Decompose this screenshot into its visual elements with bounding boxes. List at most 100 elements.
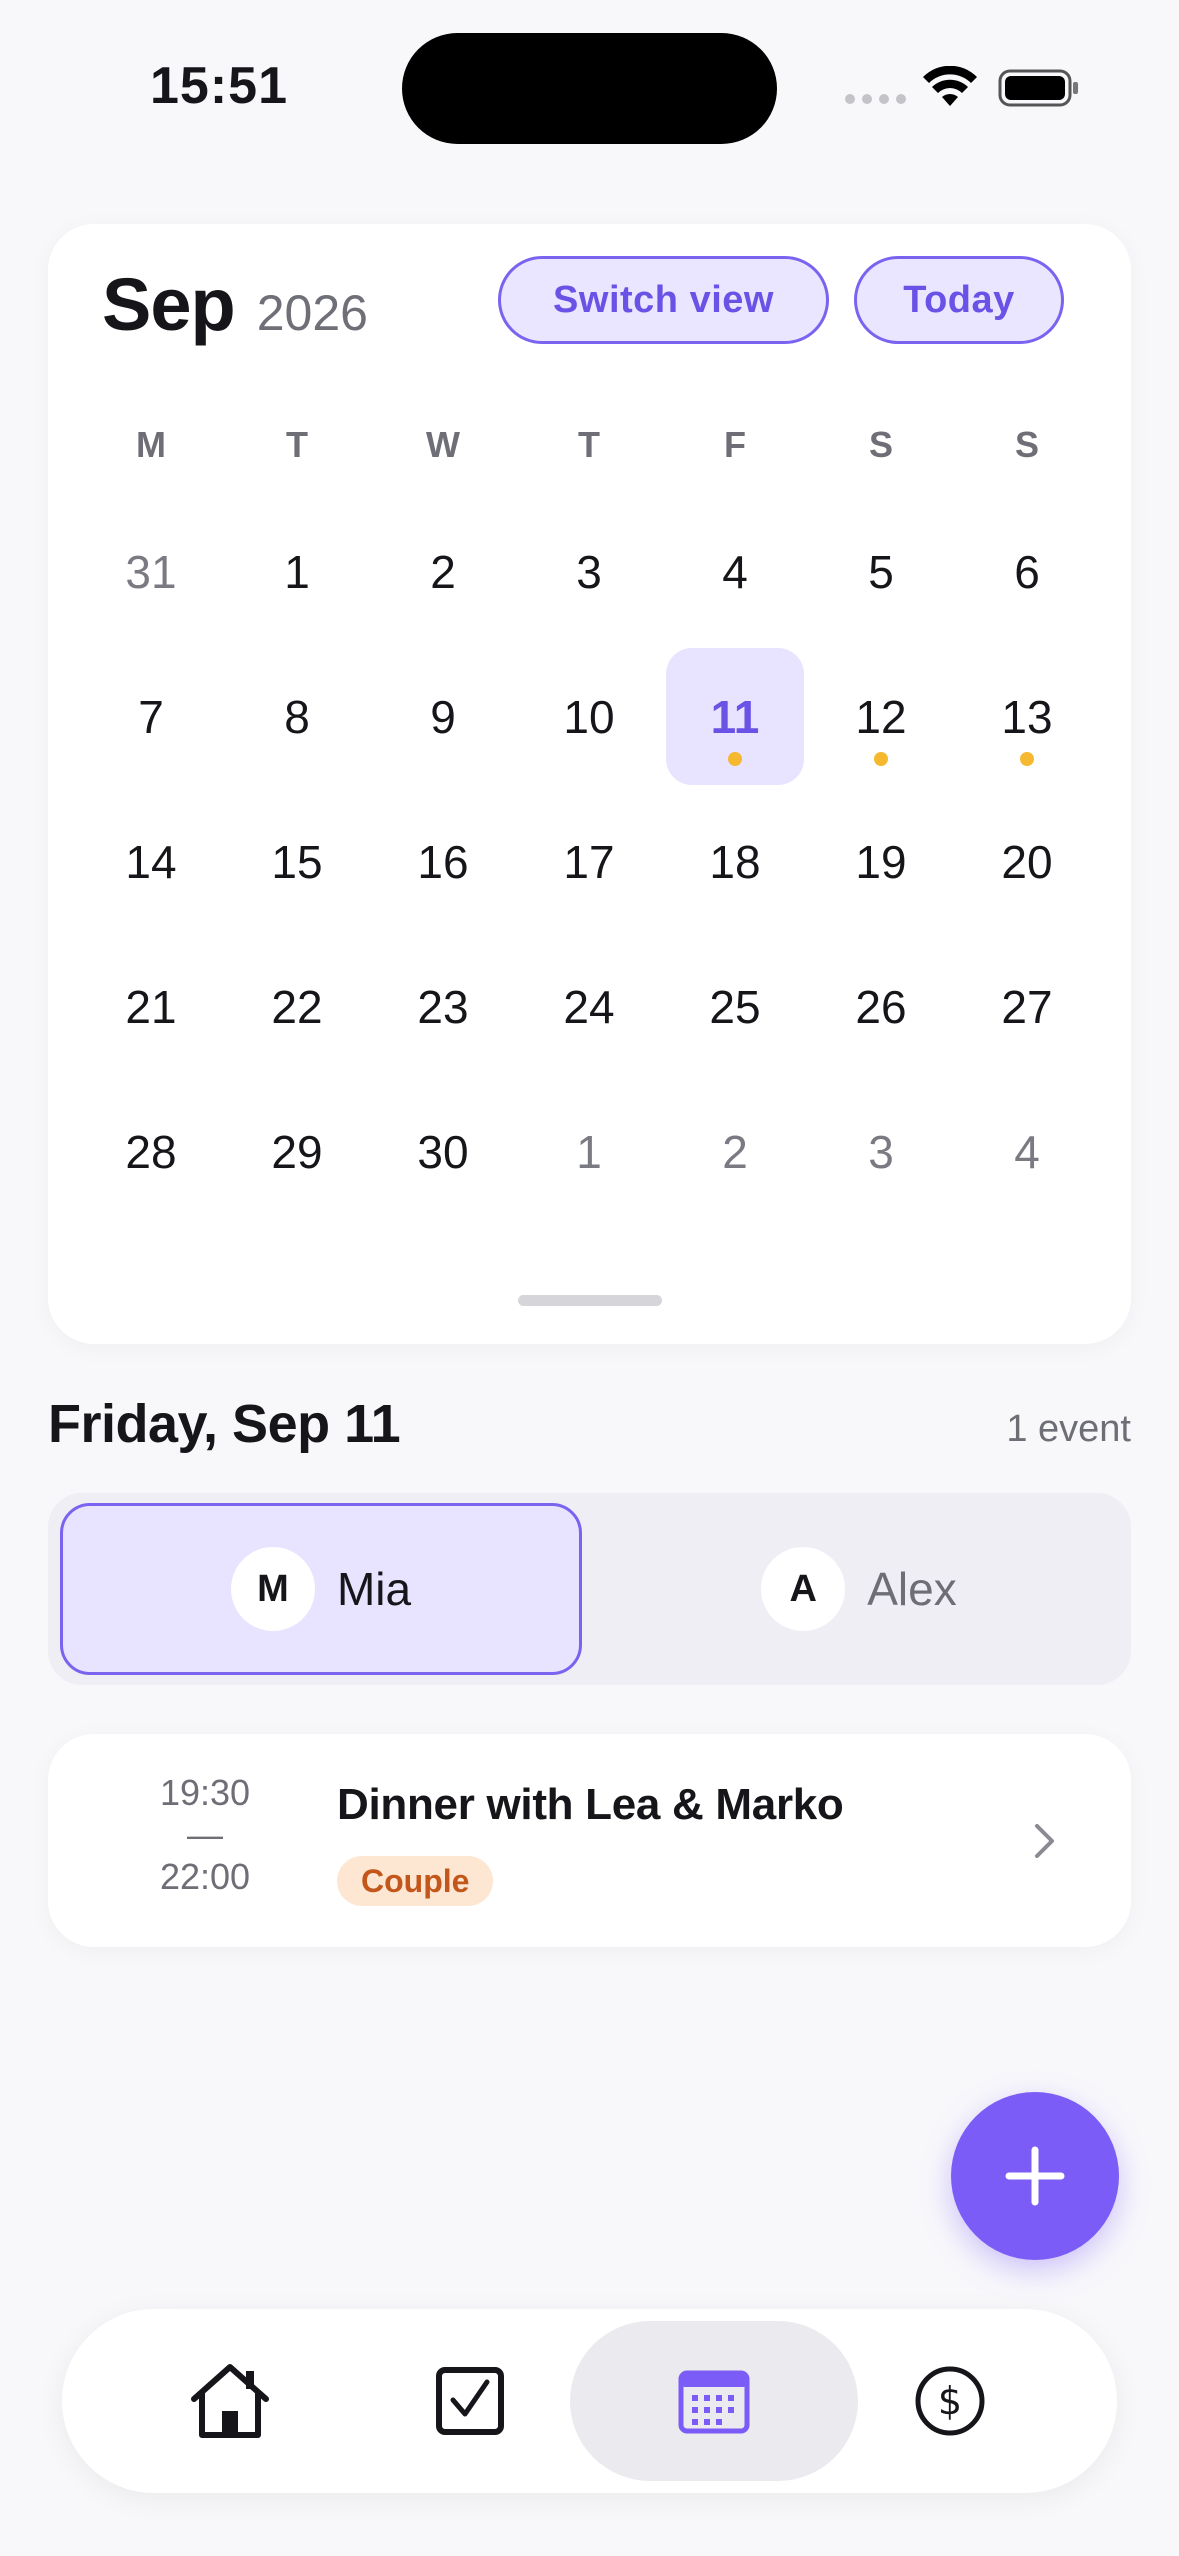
calendar-day[interactable]: 8 bbox=[224, 644, 370, 789]
calendar-day[interactable]: 1 bbox=[516, 1079, 662, 1224]
calendar-day-number: 23 bbox=[417, 980, 469, 1033]
calendar-day[interactable]: 27 bbox=[954, 934, 1100, 1079]
calendar-day[interactable]: 4 bbox=[662, 499, 808, 644]
calendar-day-number: 17 bbox=[563, 835, 615, 888]
calendar-day-number: 25 bbox=[709, 980, 761, 1033]
calendar-day[interactable]: 12 bbox=[808, 644, 954, 789]
calendar-day[interactable]: 13 bbox=[954, 644, 1100, 789]
chevron-right-icon bbox=[1035, 1824, 1054, 1858]
calendar-day[interactable]: 3 bbox=[808, 1079, 954, 1224]
calendar-day[interactable]: 11 bbox=[662, 644, 808, 789]
calendar-day[interactable]: 9 bbox=[370, 644, 516, 789]
calendar-day-number: 9 bbox=[430, 690, 456, 743]
calendar-day[interactable]: 25 bbox=[662, 934, 808, 1079]
person-option-alex[interactable]: A Alex bbox=[598, 1503, 1120, 1675]
month-name: Sep bbox=[102, 263, 236, 346]
calendar-day-number: 2 bbox=[430, 545, 456, 598]
calendar-day[interactable]: 2 bbox=[662, 1079, 808, 1224]
calendar-day[interactable]: 24 bbox=[516, 934, 662, 1079]
person-name: Alex bbox=[867, 1563, 957, 1615]
calendar-day-number: 3 bbox=[868, 1125, 894, 1178]
calendar-day-number: 24 bbox=[563, 980, 615, 1033]
home-icon bbox=[191, 2364, 269, 2438]
event-time-range: 19:30 — 22:00 bbox=[130, 1772, 280, 1898]
calendar-day[interactable]: 7 bbox=[78, 644, 224, 789]
calendar-day-number: 16 bbox=[417, 835, 469, 888]
event-time-separator: — bbox=[187, 1814, 223, 1855]
calendar-day[interactable]: 4 bbox=[954, 1079, 1100, 1224]
calendar-day[interactable]: 31 bbox=[78, 499, 224, 644]
dynamic-island bbox=[402, 33, 777, 144]
person-option-mia[interactable]: M Mia bbox=[60, 1503, 582, 1675]
calendar-day-number: 31 bbox=[125, 545, 177, 598]
cellular-signal-icon bbox=[845, 94, 906, 104]
status-time: 15:51 bbox=[150, 57, 288, 115]
calendar-day-number: 22 bbox=[271, 980, 323, 1033]
status-bar: 15:51 bbox=[0, 0, 1179, 170]
tab-finances[interactable]: $ bbox=[806, 2321, 1094, 2481]
calendar-day[interactable]: 20 bbox=[954, 789, 1100, 934]
dollar-icon: $ bbox=[915, 2366, 985, 2436]
calendar-day[interactable]: 16 bbox=[370, 789, 516, 934]
person-segmented-control: M Mia A Alex bbox=[48, 1493, 1131, 1685]
calendar-day-number: 4 bbox=[1014, 1125, 1040, 1178]
weekday-label: M bbox=[136, 424, 166, 465]
event-tag: Couple bbox=[337, 1856, 494, 1906]
calendar-resize-handle[interactable] bbox=[518, 1295, 662, 1306]
weekday-label: T bbox=[578, 424, 600, 465]
calendar-day-grid: 31 1 2 3 4 5 6 7 8 9 10 11 12 13 14 15 16 17 18 19 20 21 22 23 2… bbox=[78, 499, 1101, 1224]
switch-view-button[interactable]: Switch view bbox=[498, 256, 829, 344]
avatar: M bbox=[230, 1547, 315, 1631]
month-title: Sep 2026 bbox=[102, 262, 368, 347]
calendar-day-number: 4 bbox=[722, 545, 748, 598]
calendar-day[interactable]: 2 bbox=[370, 499, 516, 644]
calendar-day-number: 14 bbox=[125, 835, 177, 888]
bottom-tab-bar: $ bbox=[62, 2309, 1117, 2493]
calendar-day[interactable]: 30 bbox=[370, 1079, 516, 1224]
calendar-day-number: 11 bbox=[710, 690, 760, 743]
calendar-day[interactable]: 10 bbox=[516, 644, 662, 789]
calendar-day[interactable]: 29 bbox=[224, 1079, 370, 1224]
calendar-day[interactable]: 28 bbox=[78, 1079, 224, 1224]
calendar-day[interactable]: 6 bbox=[954, 499, 1100, 644]
plus-icon bbox=[1005, 2146, 1065, 2206]
weekday-header-row: M T W T F S S bbox=[78, 424, 1101, 466]
calendar-day-number: 13 bbox=[1001, 690, 1053, 743]
calendar-day[interactable]: 19 bbox=[808, 789, 954, 934]
event-start-time: 19:30 bbox=[159, 1772, 251, 1813]
calendar-day[interactable]: 26 bbox=[808, 934, 954, 1079]
calendar-day-number: 15 bbox=[271, 835, 323, 888]
calendar-day[interactable]: 3 bbox=[516, 499, 662, 644]
calendar-icon bbox=[678, 2370, 750, 2434]
calendar-day[interactable]: 1 bbox=[224, 499, 370, 644]
weekday-label: T bbox=[286, 424, 308, 465]
calendar-day-number: 19 bbox=[855, 835, 907, 888]
calendar-day-number: 27 bbox=[1001, 980, 1053, 1033]
calendar-day-number: 26 bbox=[855, 980, 907, 1033]
calendar-day[interactable]: 17 bbox=[516, 789, 662, 934]
calendar-day-number: 8 bbox=[284, 690, 310, 743]
weekday-label: F bbox=[724, 424, 746, 465]
calendar-day[interactable]: 18 bbox=[662, 789, 808, 934]
calendar-day-number: 20 bbox=[1001, 835, 1053, 888]
calendar-day-number: 29 bbox=[271, 1125, 323, 1178]
event-end-time: 22:00 bbox=[159, 1856, 251, 1897]
calendar-day[interactable]: 5 bbox=[808, 499, 954, 644]
today-button[interactable]: Today bbox=[854, 256, 1064, 344]
calendar-day[interactable]: 23 bbox=[370, 934, 516, 1079]
calendar-card: Sep 2026 Switch view Today M T W T F S S… bbox=[48, 224, 1131, 1344]
event-indicator-dot bbox=[1020, 752, 1034, 766]
checkbox-icon bbox=[436, 2367, 504, 2435]
calendar-day-number: 28 bbox=[125, 1125, 177, 1178]
calendar-day-number: 10 bbox=[563, 690, 615, 743]
event-indicator-dot bbox=[728, 752, 742, 766]
weekday-label: S bbox=[1014, 424, 1039, 465]
calendar-day[interactable]: 15 bbox=[224, 789, 370, 934]
calendar-day[interactable]: 22 bbox=[224, 934, 370, 1079]
calendar-day[interactable]: 14 bbox=[78, 789, 224, 934]
add-event-button[interactable] bbox=[951, 2092, 1119, 2260]
event-card[interactable]: 19:30 — 22:00 Dinner with Lea & Marko Co… bbox=[48, 1734, 1131, 1947]
calendar-day-number: 2 bbox=[722, 1125, 748, 1178]
weekday-label: S bbox=[868, 424, 893, 465]
calendar-day[interactable]: 21 bbox=[78, 934, 224, 1079]
